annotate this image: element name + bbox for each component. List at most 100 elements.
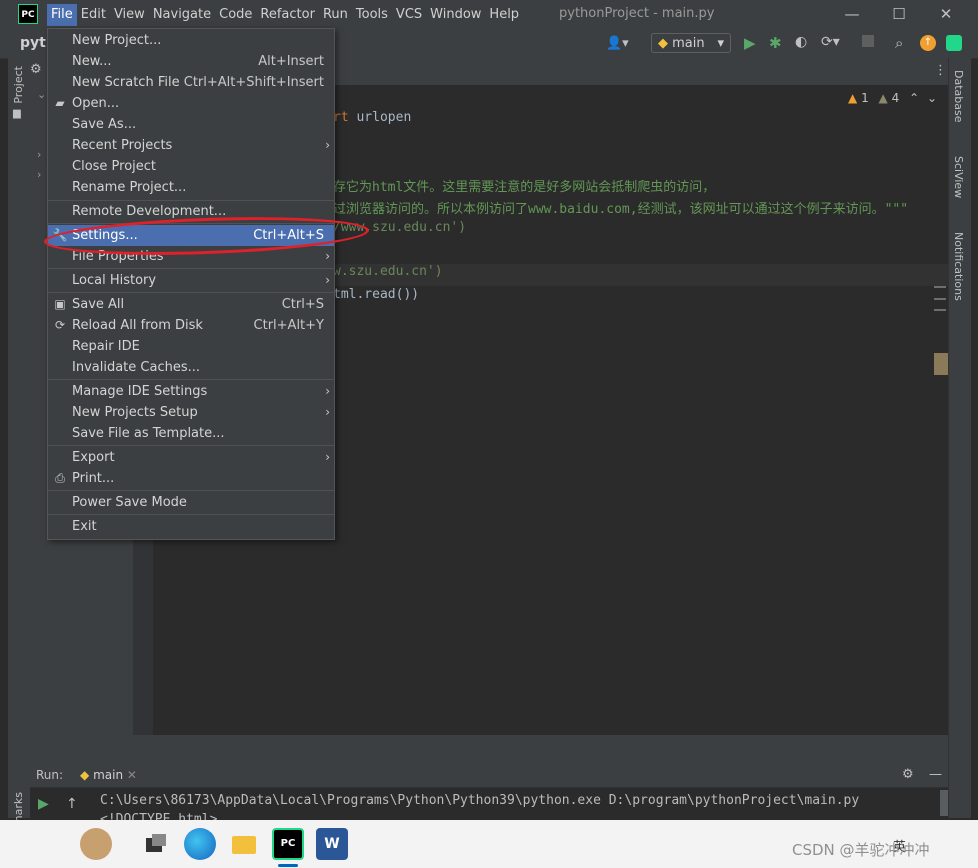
menu-separator [48, 292, 334, 293]
menu-item-recent-projects[interactable]: Recent Projects › [48, 135, 334, 156]
folder-icon: ▰ [55, 96, 65, 110]
menu-item-save-file-as-template[interactable]: Save File as Template... [48, 423, 334, 444]
menu-item-new[interactable]: New... Alt+Insert [48, 51, 334, 72]
inspection-widget[interactable]: ▲ 1 ▲ 4 ⌃ ⌄ [848, 91, 937, 105]
pycharm-logo-icon: PC [18, 4, 38, 24]
menu-view[interactable]: View [110, 4, 149, 26]
file-explorer-icon[interactable] [228, 828, 260, 860]
menu-item-rename-project[interactable]: Rename Project... [48, 177, 334, 198]
scroll-marker [934, 298, 946, 300]
update-icon[interactable]: ↑ [920, 35, 936, 51]
code-line: 过浏览器访问的。所以本例访问了www.baidu.com,经测试，该网址可以通过… [333, 202, 909, 217]
menu-item-manage-ide-settings[interactable]: Manage IDE Settings › [48, 381, 334, 402]
user-icon[interactable]: 👤▾ [606, 36, 629, 51]
menu-item-local-history[interactable]: Local History › [48, 270, 334, 291]
desktop-icon[interactable] [140, 828, 172, 860]
menu-file[interactable]: File [47, 4, 77, 26]
maximize-button[interactable]: ☐ [889, 4, 909, 24]
run-tab-main[interactable]: ◆ main ✕ [80, 768, 137, 782]
scroll-marker [934, 286, 946, 288]
menu-item-repair-ide[interactable]: Repair IDE [48, 336, 334, 357]
menu-item-power-save-mode[interactable]: Power Save Mode [48, 492, 334, 513]
menu-run[interactable]: Run [319, 4, 352, 26]
menu-item-new-project[interactable]: New Project... [48, 30, 334, 51]
menu-help[interactable]: Help [485, 4, 523, 26]
gear-icon[interactable]: ⚙ [30, 62, 42, 77]
file-menu-dropdown: New Project... New... Alt+Insert New Scra… [47, 28, 335, 540]
hide-panel-icon[interactable]: — [929, 767, 942, 782]
debug-icon[interactable]: ✱ [769, 34, 782, 52]
menu-item-print[interactable]: ⎙ Print... [48, 468, 334, 489]
active-app-indicator [278, 864, 298, 867]
gear-icon[interactable]: ⚙ [902, 767, 914, 782]
chevron-down-icon: ▾ [717, 36, 724, 51]
code-keyword: rt [333, 110, 349, 125]
run-panel-header [30, 765, 948, 787]
python-icon: ◆ [658, 36, 668, 51]
save-icon: ▣ [54, 297, 66, 311]
notifications-tool-tab[interactable]: Notifications [952, 232, 965, 301]
chevron-right-icon: › [325, 249, 330, 263]
run-config-label: main [672, 36, 705, 51]
word-icon[interactable]: W [316, 828, 348, 860]
python-icon: ◆ [80, 768, 90, 782]
menu-edit[interactable]: Edit [77, 4, 110, 26]
menu-item-save-all[interactable]: ▣ Save All Ctrl+S [48, 294, 334, 315]
scroll-marker [934, 309, 946, 311]
chevron-right-icon: › [325, 138, 330, 152]
menu-refactor[interactable]: Refactor [256, 4, 319, 26]
minimize-button[interactable]: — [842, 4, 862, 24]
menu-separator [48, 514, 334, 515]
chevron-right-icon[interactable]: › [37, 148, 41, 161]
arrow-up-icon[interactable]: ↑ [66, 796, 78, 812]
scroll-thumb[interactable] [934, 353, 948, 375]
output-scrollbar[interactable] [940, 790, 948, 816]
menu-item-save-as[interactable]: Save As... [48, 114, 334, 135]
code-line: w.szu.edu.cn') [333, 264, 443, 279]
chevron-right-icon[interactable]: › [37, 168, 41, 181]
run-config-select[interactable]: ◆ main ▾ [651, 33, 731, 53]
run-icon[interactable]: ▶ [744, 34, 756, 52]
close-button[interactable]: ✕ [936, 4, 956, 24]
menu-separator [48, 379, 334, 380]
menu-separator [48, 490, 334, 491]
menu-item-exit[interactable]: Exit [48, 516, 334, 537]
menu-item-invalidate-caches[interactable]: Invalidate Caches... [48, 357, 334, 378]
menu-item-new-projects-setup[interactable]: New Projects Setup › [48, 402, 334, 423]
code-line: tml.read()) [333, 287, 420, 302]
edge-browser-icon[interactable] [184, 828, 216, 860]
menu-item-reload-all[interactable]: ⟳ Reload All from Disk Ctrl+Alt+Y [48, 315, 334, 336]
menu-item-open[interactable]: ▰ Open... [48, 93, 334, 114]
coverage-icon[interactable]: ◐ [795, 34, 807, 50]
code-text: urlopen [348, 110, 412, 125]
run-output-line: <!DOCTYPE html> [100, 812, 218, 820]
pycharm-taskbar-icon[interactable]: PC [272, 828, 304, 860]
menu-tools[interactable]: Tools [352, 4, 392, 26]
search-icon[interactable]: ⌕ [895, 34, 903, 52]
database-tool-tab[interactable]: Database [952, 70, 965, 123]
printer-icon: ⎙ [55, 471, 65, 485]
jetbrains-icon[interactable] [946, 35, 962, 51]
warning-count: 1 [861, 91, 869, 105]
sciview-tool-tab[interactable]: SciView [952, 156, 965, 198]
more-icon[interactable]: ⋮ [934, 63, 947, 78]
window-title: pythonProject - main.py [559, 6, 715, 21]
menu-item-new-scratch-file[interactable]: New Scratch File Ctrl+Alt+Shift+Insert [48, 72, 334, 93]
close-icon[interactable]: ✕ [127, 768, 137, 782]
menu-vcs[interactable]: VCS [392, 4, 426, 26]
chevron-up-icon: ⌃ [909, 91, 920, 105]
menu-item-close-project[interactable]: Close Project [48, 156, 334, 177]
menu-window[interactable]: Window [426, 4, 485, 26]
chevron-down-icon[interactable]: ⌄ [37, 88, 46, 101]
rerun-icon[interactable]: ▶ [38, 796, 49, 812]
editor-status-strip [30, 735, 948, 765]
menu-item-export[interactable]: Export › [48, 447, 334, 468]
profile-icon[interactable]: ⟳▾ [821, 34, 840, 50]
beaver-app-icon[interactable] [80, 828, 112, 860]
project-tool-tab[interactable]: Project [12, 66, 25, 104]
watermark-text: CSDN @羊驼冲冲冲 [792, 841, 930, 859]
code-line: rt urlopen [333, 110, 411, 125]
stop-icon[interactable] [862, 35, 874, 47]
menu-code[interactable]: Code [215, 4, 256, 26]
menu-navigate[interactable]: Navigate [149, 4, 215, 26]
